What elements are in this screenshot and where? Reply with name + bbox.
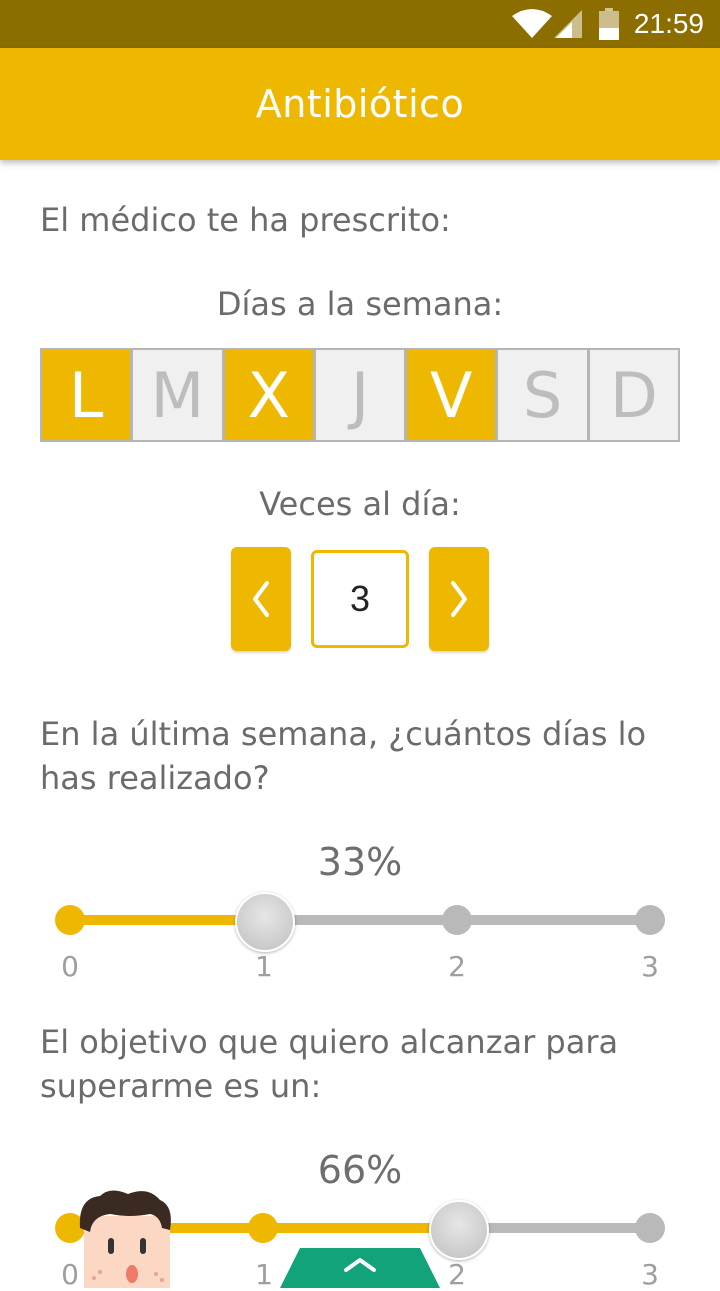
times-per-day-value[interactable]: 3 xyxy=(311,550,409,648)
slider-thumb[interactable] xyxy=(235,892,296,952)
adherence-percent: 33% xyxy=(317,840,403,884)
slider-tick-label: 3 xyxy=(641,950,659,983)
day-letter: J xyxy=(350,358,370,432)
day-toggle-monday[interactable]: L xyxy=(42,350,134,440)
slider-step-dot[interactable] xyxy=(442,905,472,935)
days-of-week-selector: L M X J V S D xyxy=(40,348,680,442)
slider-tick-label: 1 xyxy=(255,1258,273,1291)
chevron-right-icon xyxy=(451,581,467,617)
expand-panel-button[interactable] xyxy=(280,1248,440,1288)
day-letter: D xyxy=(609,358,658,432)
day-letter: S xyxy=(522,358,563,432)
increment-button[interactable] xyxy=(429,547,489,651)
slider-tick-label: 2 xyxy=(448,1258,466,1291)
day-toggle-sunday[interactable]: D xyxy=(589,350,678,440)
slider-fill xyxy=(70,915,264,925)
day-toggle-wednesday[interactable]: X xyxy=(224,350,316,440)
slider-tick-label: 1 xyxy=(255,950,273,983)
page-title: Antibiótico xyxy=(255,82,465,126)
days-label: Días a la semana: xyxy=(216,285,504,323)
slider-step-dot[interactable] xyxy=(55,905,85,935)
wifi-icon xyxy=(512,9,552,38)
slider-step-dot[interactable] xyxy=(635,905,665,935)
goal-percent: 66% xyxy=(317,1148,403,1192)
day-toggle-friday[interactable]: V xyxy=(407,350,499,440)
slider-tick-label: 2 xyxy=(448,950,466,983)
goal-question: El objetivo que quiero alcanzar para sup… xyxy=(40,1023,619,1105)
decrement-button[interactable] xyxy=(231,547,291,651)
status-bar: 21:59 xyxy=(0,0,720,48)
signal-icon xyxy=(554,10,582,38)
chevron-left-icon xyxy=(253,581,269,617)
day-letter: X xyxy=(247,358,290,432)
day-toggle-thursday[interactable]: J xyxy=(315,350,408,440)
day-toggle-saturday[interactable]: S xyxy=(498,350,590,440)
day-letter: M xyxy=(150,358,205,432)
slider-tick-label: 3 xyxy=(641,1258,659,1291)
slider-tick-label: 0 xyxy=(61,950,79,983)
slider-step-dot[interactable] xyxy=(635,1213,665,1243)
day-letter: V xyxy=(430,358,473,432)
day-toggle-tuesday[interactable]: M xyxy=(133,350,225,440)
day-letter: L xyxy=(68,358,104,432)
mascot-avatar xyxy=(79,1190,171,1288)
status-time: 21:59 xyxy=(633,8,704,39)
adherence-slider[interactable] xyxy=(0,880,720,960)
adherence-question: En la última semana, ¿cuántos días lo ha… xyxy=(40,715,647,797)
slider-step-dot[interactable] xyxy=(248,1213,278,1243)
prescription-intro: El médico te ha prescrito: xyxy=(40,201,451,239)
battery-icon xyxy=(599,8,619,40)
app-bar: Antibiótico xyxy=(0,48,720,160)
times-per-day-label: Veces al día: xyxy=(259,485,461,523)
